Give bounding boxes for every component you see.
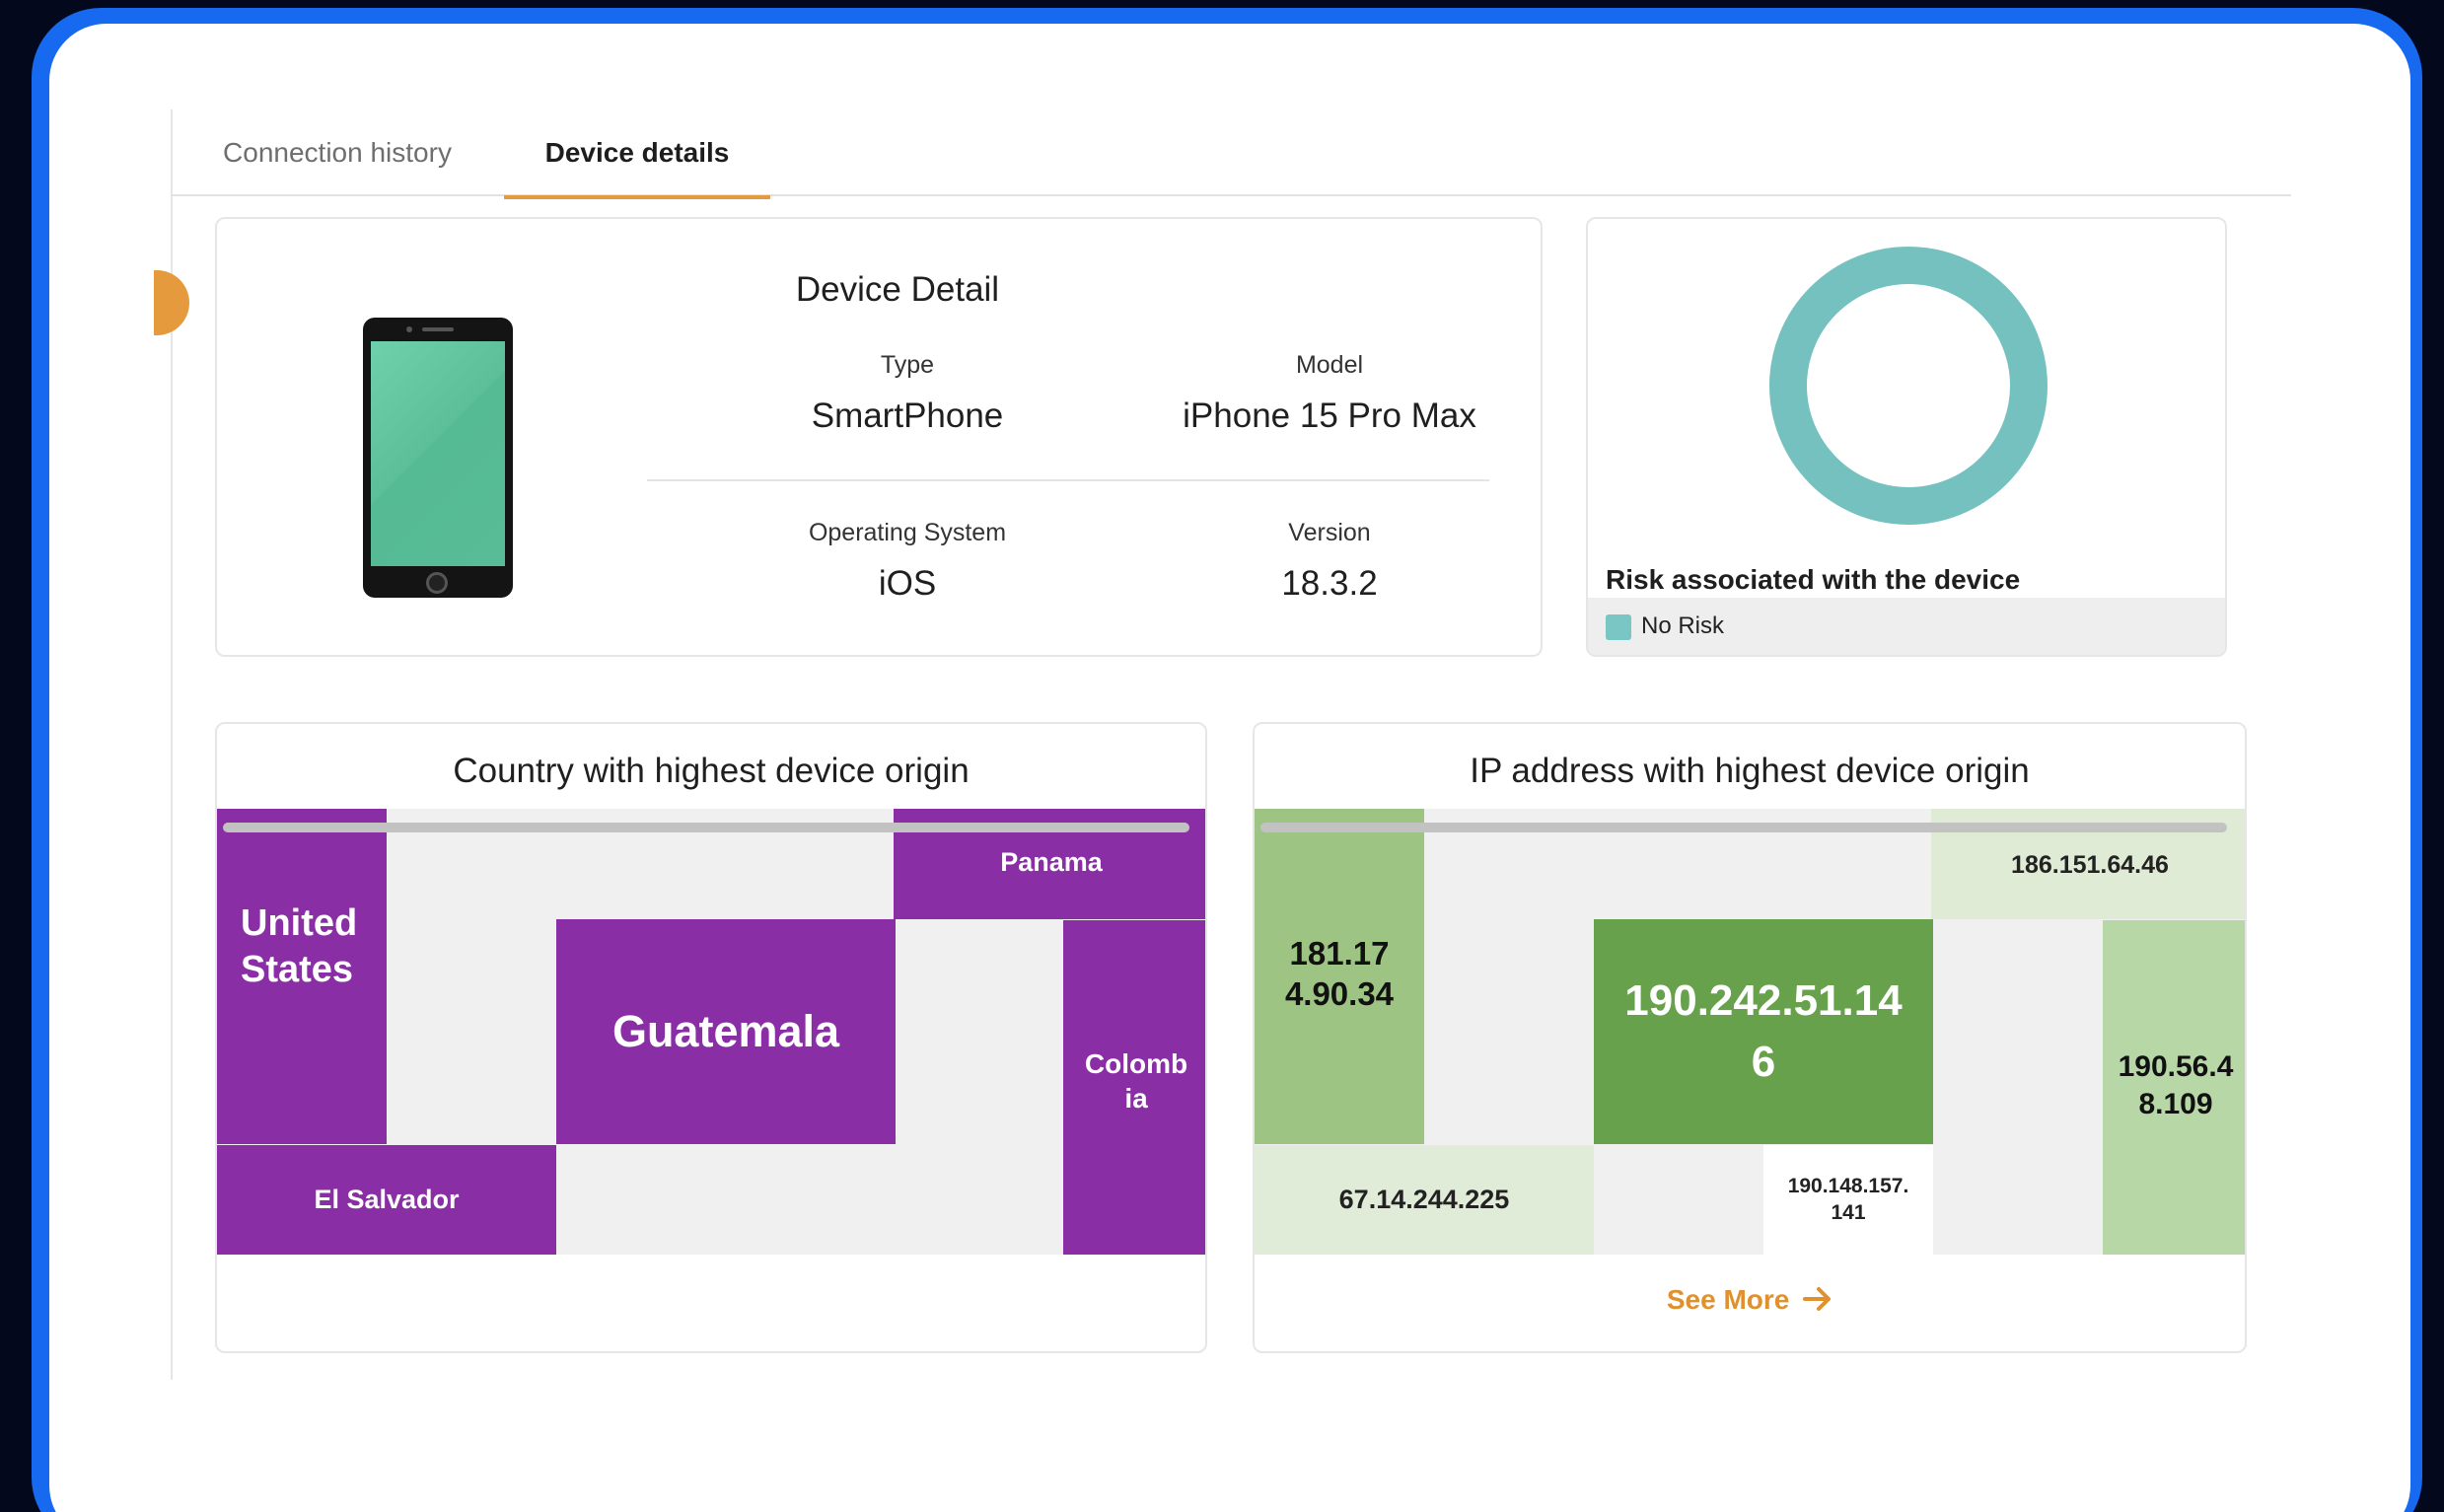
country-treemap-scrollbar[interactable] bbox=[223, 823, 1189, 832]
device-detail-card: Device Detail Type SmartPhone Model iPho… bbox=[215, 217, 1543, 657]
tab-connection-history[interactable]: Connection history bbox=[171, 133, 504, 196]
smartphone-icon bbox=[363, 318, 513, 598]
risk-legend: No Risk bbox=[1588, 598, 2225, 655]
device-detail-title: Device Detail bbox=[795, 270, 1000, 309]
treemap-cell-ip-190-56-48-109[interactable]: 190.56.4 8.109 bbox=[2103, 920, 2245, 1255]
treemap-cell-united-states[interactable]: United States bbox=[217, 809, 387, 1144]
model-value: iPhone 15 Pro Max bbox=[1183, 396, 1476, 435]
treemap-cell-ip-190-242-51-146[interactable]: 190.242.51.14 6 bbox=[1594, 919, 1933, 1144]
risk-card: Risk associated with the device No Risk bbox=[1586, 217, 2227, 657]
os-value: iOS bbox=[878, 564, 937, 603]
tab-bar: Connection history Device details bbox=[171, 109, 2291, 199]
legend-label-no-risk[interactable]: No Risk bbox=[1641, 612, 1724, 640]
treemap-cell-ip-190-148-157-141[interactable]: 190.148.157. 141 bbox=[1763, 1145, 1933, 1255]
app-panel: Connection history Device details Device… bbox=[49, 24, 2410, 1512]
os-label: Operating System bbox=[808, 519, 1007, 546]
type-label: Type bbox=[880, 351, 935, 379]
treemap-cell-ip-181-174-90-34[interactable]: 181.17 4.90.34 bbox=[1255, 809, 1424, 1144]
ip-treemap: 181.17 4.90.34 186.151.64.46 190.242.51.… bbox=[1255, 809, 2245, 1255]
ip-treemap-scrollbar[interactable] bbox=[1260, 823, 2227, 832]
treemap-cell-el-salvador[interactable]: El Salvador bbox=[217, 1145, 556, 1255]
detail-divider bbox=[647, 479, 1489, 481]
type-value: SmartPhone bbox=[811, 396, 1004, 435]
country-treemap: United States Panama Guatemala Colombia … bbox=[217, 809, 1205, 1255]
country-treemap-title: Country with highest device origin bbox=[453, 752, 970, 790]
tab-device-details[interactable]: Device details bbox=[504, 133, 770, 199]
arrow-right-icon[interactable] bbox=[1803, 1286, 1833, 1312]
treemap-cell-colombia[interactable]: Colombia bbox=[1063, 920, 1205, 1255]
legend-swatch-no-risk[interactable] bbox=[1606, 614, 1631, 640]
side-marker[interactable] bbox=[154, 270, 189, 335]
version-label: Version bbox=[1288, 519, 1371, 546]
see-more-link[interactable]: See More bbox=[1255, 1284, 2245, 1316]
country-treemap-card: Country with highest device origin Unite… bbox=[215, 722, 1207, 1353]
ip-treemap-card: IP address with highest device origin 18… bbox=[1253, 722, 2247, 1353]
treemap-cell-guatemala[interactable]: Guatemala bbox=[556, 919, 896, 1144]
model-label: Model bbox=[1295, 351, 1364, 379]
see-more-label[interactable]: See More bbox=[1667, 1284, 1790, 1315]
risk-donut-chart[interactable] bbox=[1769, 247, 2048, 525]
risk-title: Risk associated with the device bbox=[1606, 564, 2021, 595]
ip-treemap-title: IP address with highest device origin bbox=[1470, 752, 2030, 790]
version-value: 18.3.2 bbox=[1281, 564, 1378, 603]
treemap-cell-ip-67-14-244-225[interactable]: 67.14.244.225 bbox=[1255, 1145, 1594, 1255]
